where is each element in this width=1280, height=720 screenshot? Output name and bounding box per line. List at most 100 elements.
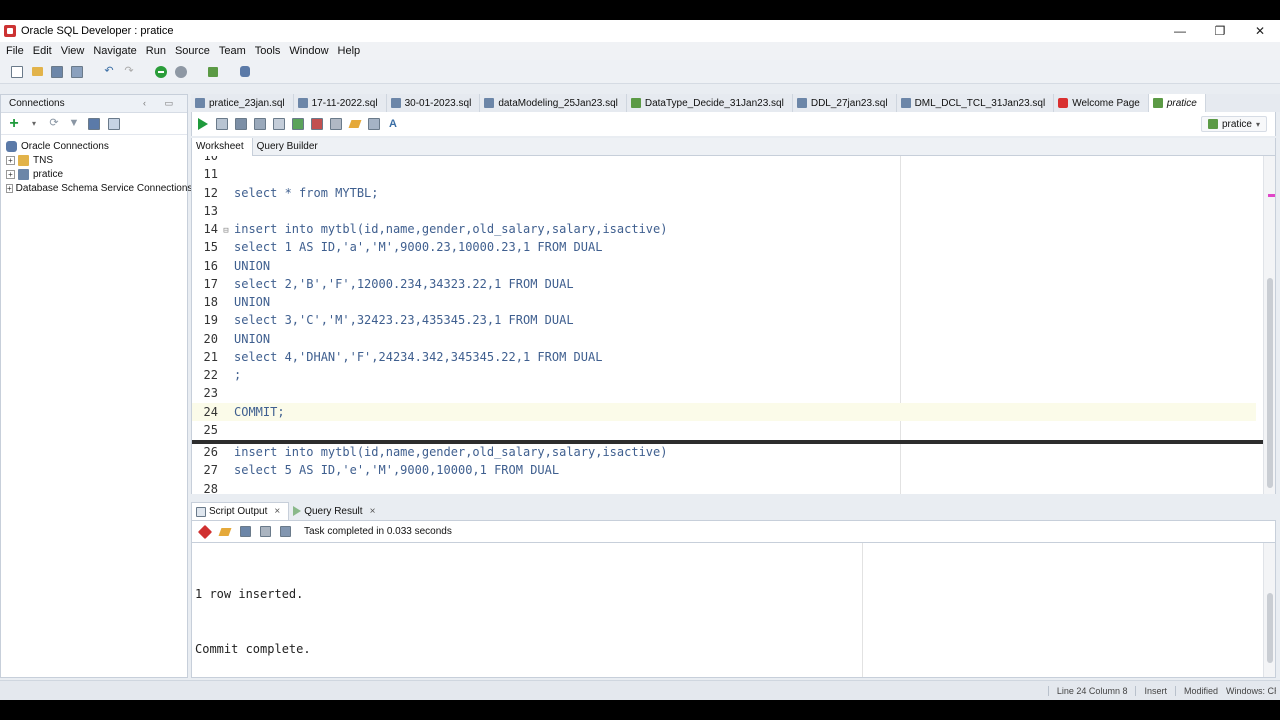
code-line[interactable]: 24 COMMIT; bbox=[192, 402, 1256, 421]
expand-icon[interactable]: + bbox=[6, 155, 15, 165]
sql-history-icon[interactable] bbox=[367, 117, 381, 131]
tab-datatype-decide[interactable]: DataType_Decide_31Jan23.sql bbox=[627, 94, 793, 112]
code-line[interactable]: 10 bbox=[192, 156, 1256, 165]
code-line[interactable]: 16 UNION bbox=[192, 257, 1256, 275]
line-number: 12 bbox=[203, 185, 218, 200]
collapse-all-icon[interactable] bbox=[107, 117, 121, 131]
expand-icon[interactable]: + bbox=[6, 183, 13, 193]
tab-worksheet[interactable]: Worksheet bbox=[192, 137, 253, 156]
unshared-worksheet-icon[interactable] bbox=[329, 117, 343, 131]
editor-scrollbar[interactable] bbox=[1263, 156, 1275, 494]
clear-icon[interactable] bbox=[348, 117, 362, 131]
output-scrollbar[interactable] bbox=[1263, 543, 1275, 677]
print-icon[interactable] bbox=[258, 525, 272, 539]
forward-icon[interactable] bbox=[174, 65, 188, 79]
maximize-button[interactable]: ❐ bbox=[1200, 20, 1240, 42]
menu-navigate[interactable]: Navigate bbox=[91, 45, 143, 57]
menu-edit[interactable]: Edit bbox=[31, 45, 59, 57]
menu-run[interactable]: Run bbox=[144, 45, 173, 57]
clear-output-icon[interactable] bbox=[218, 525, 232, 539]
sql-worksheet-icon[interactable] bbox=[206, 65, 220, 79]
tab-script-output[interactable]: Script Output × bbox=[191, 502, 290, 520]
code-line[interactable]: 11 bbox=[192, 165, 1256, 183]
script-output-area[interactable]: 1 row inserted. Commit complete. bbox=[191, 542, 1276, 678]
autotrace-icon[interactable] bbox=[234, 117, 248, 131]
code-line[interactable]: 13 bbox=[192, 202, 1256, 220]
explain-plan-icon[interactable] bbox=[253, 117, 267, 131]
code-line[interactable]: 27 select 5 AS ID,'e','M',9000,10000,1 FR… bbox=[192, 461, 1256, 479]
script-output-icon bbox=[196, 506, 206, 517]
run-statement-icon[interactable] bbox=[196, 117, 210, 131]
code-line[interactable]: 17 select 2,'B','F',12000.234,34323.22,1 … bbox=[192, 275, 1256, 293]
code-line[interactable]: 21 select 4,'DHAN','F',24234.342,345345.2… bbox=[192, 348, 1256, 366]
code-line[interactable]: 19 select 3,'C','M',32423.23,435345.23,1 … bbox=[192, 311, 1256, 329]
close-icon[interactable]: × bbox=[370, 506, 376, 517]
expand-icon[interactable]: + bbox=[6, 169, 15, 179]
tab-datamodeling[interactable]: dataModeling_25Jan23.sql bbox=[480, 94, 627, 112]
save-all-icon[interactable] bbox=[70, 65, 84, 79]
pin-icon[interactable] bbox=[197, 524, 213, 539]
tab-pratice-23jan[interactable]: pratice_23jan.sql bbox=[191, 94, 294, 112]
save-icon[interactable] bbox=[50, 65, 64, 79]
undo-icon[interactable]: ↶ bbox=[102, 65, 116, 79]
schema-browser-icon[interactable] bbox=[87, 117, 101, 131]
code-line[interactable]: 15 select 1 AS ID,'a','M',9000.23,10000.2… bbox=[192, 238, 1256, 256]
output-divider[interactable] bbox=[191, 494, 1276, 502]
database-search-icon[interactable] bbox=[238, 65, 252, 79]
tree-item-oracle-connections[interactable]: Oracle Connections bbox=[1, 139, 187, 153]
save-file-icon[interactable] bbox=[278, 525, 292, 539]
code-line[interactable]: 18 UNION bbox=[192, 293, 1256, 311]
tab-query-builder[interactable]: Query Builder bbox=[253, 138, 326, 156]
menu-window[interactable]: Window bbox=[287, 45, 335, 57]
tab-ddl[interactable]: DDL_27jan23.sql bbox=[793, 94, 897, 112]
dropdown-icon[interactable]: ▾ bbox=[27, 117, 41, 131]
scrollbar-thumb[interactable] bbox=[1267, 278, 1273, 488]
new-file-icon[interactable] bbox=[10, 65, 24, 79]
tab-label: DataType_Decide_31Jan23.sql bbox=[644, 97, 784, 109]
commit-icon[interactable] bbox=[291, 117, 305, 131]
open-folder-icon[interactable] bbox=[30, 65, 44, 79]
run-script-icon[interactable] bbox=[215, 117, 229, 131]
minimize-button[interactable]: — bbox=[1160, 20, 1200, 42]
editor-split-bar[interactable] bbox=[192, 440, 1275, 444]
menu-tools[interactable]: Tools bbox=[253, 45, 288, 57]
tab-welcome-page[interactable]: Welcome Page bbox=[1054, 94, 1149, 112]
tab-30-01-2023[interactable]: 30-01-2023.sql bbox=[387, 94, 481, 112]
redo-icon[interactable]: ↷ bbox=[122, 65, 136, 79]
code-line[interactable]: 28 bbox=[192, 480, 1256, 495]
back-icon[interactable] bbox=[154, 65, 168, 79]
save-output-icon[interactable] bbox=[238, 525, 252, 539]
connection-selector[interactable]: pratice ▾ bbox=[1200, 116, 1267, 132]
filter-icon[interactable]: ▼ bbox=[67, 117, 81, 131]
menu-team[interactable]: Team bbox=[217, 45, 253, 57]
panel-minimize-icon[interactable]: ‹ ▭ bbox=[143, 98, 181, 109]
tab-query-result[interactable]: Query Result × bbox=[289, 502, 383, 520]
code-line[interactable]: 26 insert into mytbl(id,name,gender,old_s… bbox=[192, 443, 1256, 461]
sql-tuning-icon[interactable] bbox=[272, 117, 286, 131]
tab-dml-dcl-tcl[interactable]: DML_DCL_TCL_31Jan23.sql bbox=[897, 94, 1055, 112]
scrollbar-thumb[interactable] bbox=[1267, 593, 1273, 663]
menu-help[interactable]: Help bbox=[336, 45, 368, 57]
tab-17-11-2022[interactable]: 17-11-2022.sql bbox=[294, 94, 387, 112]
menu-source[interactable]: Source bbox=[173, 45, 217, 57]
menu-view[interactable]: View bbox=[59, 45, 92, 57]
tab-pratice-active[interactable]: pratice bbox=[1148, 94, 1206, 112]
tree-item-pratice[interactable]: + pratice bbox=[1, 167, 187, 181]
sql-editor[interactable]: 10 11 12 select * from MYTBL; 13 14 ⊟ insert in… bbox=[191, 156, 1276, 494]
close-icon[interactable]: × bbox=[274, 506, 280, 517]
add-connection-icon[interactable]: + bbox=[7, 115, 21, 131]
code-line[interactable]: 12 select * from MYTBL; bbox=[192, 184, 1256, 202]
code-line[interactable]: 20 UNION bbox=[192, 330, 1256, 348]
tree-item-tns[interactable]: + TNS bbox=[1, 153, 187, 167]
menu-file[interactable]: File bbox=[4, 45, 31, 57]
code-line[interactable]: 23 bbox=[192, 384, 1256, 402]
tree-item-database-schema-service[interactable]: + Database Schema Service Connections bbox=[1, 181, 192, 195]
format-icon[interactable]: A bbox=[386, 117, 400, 131]
rollback-icon[interactable] bbox=[310, 117, 324, 131]
close-button[interactable]: ✕ bbox=[1240, 20, 1280, 42]
code-line[interactable]: 14 ⊟ insert into mytbl(id,name,gender,old_… bbox=[192, 220, 1256, 238]
code-line[interactable]: 22; bbox=[192, 366, 1256, 384]
refresh-icon[interactable]: ⟳ bbox=[47, 117, 61, 131]
code-line[interactable]: 25 bbox=[192, 421, 1256, 439]
line-endings: Windows: CR bbox=[1226, 685, 1276, 696]
